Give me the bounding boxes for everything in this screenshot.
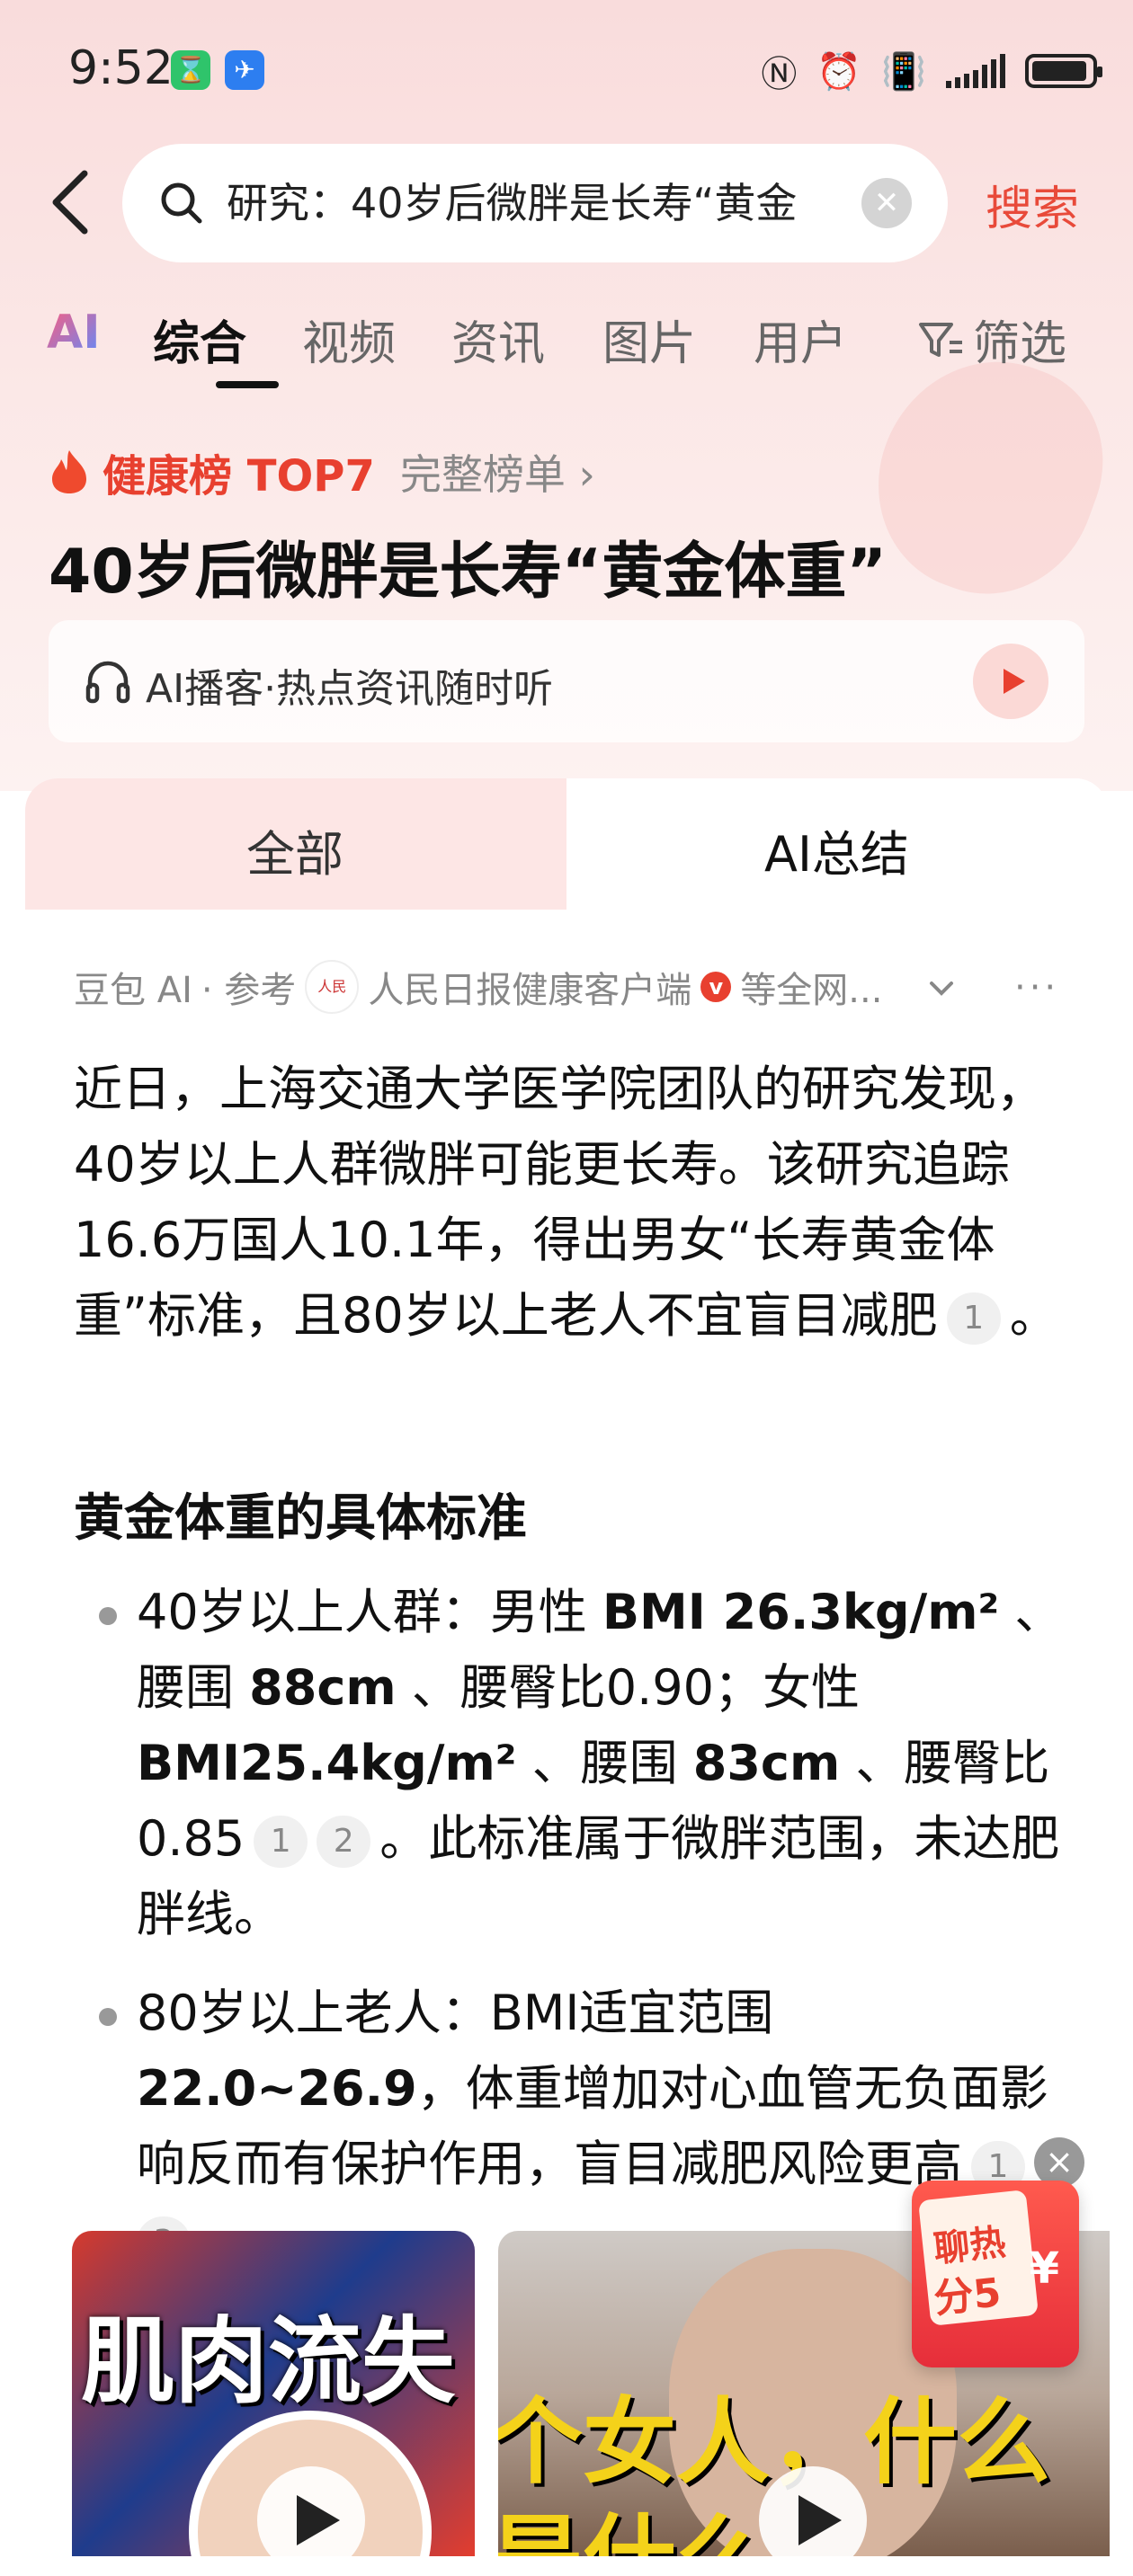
outlet-logo-icon: 人民: [305, 960, 360, 1014]
battery-icon: [1025, 54, 1102, 88]
play-icon: [297, 2495, 340, 2545]
video-caption: 肌肉流失: [81, 2306, 456, 2416]
podcast-label: AI播客·热点资讯随时听: [146, 666, 554, 712]
back-arrow-icon[interactable]: [45, 166, 99, 238]
video-caption-line2: 是什么: [498, 2483, 770, 2556]
tab-video[interactable]: 视频: [302, 306, 396, 373]
nfc-icon: Ⓝ: [761, 54, 798, 95]
bullet-text: 80岁以上老人：BMI适宜范围: [137, 1985, 774, 2041]
tab-filter[interactable]: 筛选: [917, 306, 1066, 373]
intro-text: 近日，上海交通大学医学院团队的研究发现，40岁以上人群微胖可能更长寿。该研究追踪…: [74, 1061, 1045, 1344]
bird-app-icon: ✈: [225, 50, 264, 90]
source-ref-label: · 参考: [201, 970, 297, 1011]
segment-all-label: 全部: [246, 826, 343, 883]
more-icon[interactable]: ···: [1014, 967, 1059, 1008]
tab-news[interactable]: 资讯: [451, 306, 545, 373]
video-thumbnail[interactable]: 肌肉流失: [72, 2231, 475, 2556]
podcast-play-button[interactable]: [973, 644, 1048, 719]
yen-icon: ¥: [1029, 2243, 1059, 2294]
search-input[interactable]: 研究：40岁后微胖是长寿“黄金 ✕: [122, 144, 948, 262]
section-title: 黄金体重的具体标准: [74, 1489, 527, 1548]
tab-ai[interactable]: AI: [47, 306, 101, 360]
bullet-text: 、腰臀比0.90；女性: [396, 1659, 861, 1716]
alarm-icon: ⏰: [816, 50, 862, 93]
bullet-text: 、腰围: [516, 1735, 693, 1791]
result-tabs: AI 综合 视频 资讯 图片 用户 筛选: [47, 306, 1108, 388]
clear-icon[interactable]: ✕: [861, 178, 912, 228]
full-list-link[interactable]: 完整榜单 ›: [400, 442, 595, 502]
citation-badge[interactable]: 2: [317, 1816, 371, 1869]
segment-all[interactable]: 全部: [25, 778, 566, 910]
search-button[interactable]: 搜索: [986, 171, 1079, 238]
bullet-bold: 22.0~26.9: [137, 2060, 417, 2117]
ai-podcast-bar[interactable]: AI播客·热点资讯随时听: [49, 620, 1084, 742]
status-icons: Ⓝ ⏰ 📳: [761, 45, 1102, 97]
chevron-down-icon[interactable]: [926, 973, 957, 1003]
active-tab-indicator: [216, 381, 279, 388]
bullet-item: 40岁以上人群：男性 BMI 26.3kg/m² 、腰围 88cm 、腰臀比0.…: [137, 1575, 1072, 1952]
search-query[interactable]: 研究：40岁后微胖是长寿“黄金: [227, 176, 847, 230]
source-outlet: 人民日报健康客户端: [368, 970, 692, 1011]
source-row[interactable]: 豆包 AI · 参考 人民 人民日报健康客户端 v 等全网...: [74, 960, 882, 1014]
segment-ai-summary-label: AI总结: [764, 826, 909, 883]
clock: 9:52: [68, 41, 174, 95]
citation-badge[interactable]: 1: [254, 1816, 308, 1869]
play-icon: [1004, 669, 1025, 694]
intro-end: 。: [1009, 1287, 1058, 1344]
citation-badge[interactable]: 1: [946, 1292, 1001, 1346]
bullet-text: 40岁以上人群：男性: [137, 1584, 602, 1640]
status-bar: 9:52 ⌛ ✈ Ⓝ ⏰ 📳: [0, 0, 1133, 144]
red-packet-line2: 分5: [932, 2270, 1004, 2323]
timer-app-icon: ⌛: [171, 50, 210, 90]
red-packet-widget[interactable]: 聊热 分5 ¥: [912, 2181, 1079, 2367]
verified-icon: v: [700, 972, 732, 1002]
tab-images[interactable]: 图片: [602, 306, 696, 373]
page-title: 40岁后微胖是长寿“黄金体重”: [49, 537, 888, 608]
source-ai-label: 豆包 AI: [74, 970, 192, 1011]
tab-comprehensive[interactable]: 综合: [153, 306, 246, 373]
filter-icon: [919, 322, 962, 357]
vibrate-icon: 📳: [881, 50, 926, 93]
bullet-bold: 88cm: [249, 1659, 397, 1716]
headphone-icon: [85, 661, 130, 704]
play-icon: [798, 2495, 842, 2545]
summary-intro: 近日，上海交通大学医学院团队的研究发现，40岁以上人群微胖可能更长寿。该研究追踪…: [74, 1052, 1072, 1354]
bullet-bold: 83cm: [692, 1735, 841, 1791]
segment-ai-summary[interactable]: AI总结: [566, 778, 1108, 910]
source-more: 等全网...: [740, 970, 883, 1011]
fire-icon: [52, 450, 86, 493]
bullet-dot: [99, 2008, 117, 2026]
filter-label: 筛选: [973, 317, 1067, 371]
bullet-bold: BMI25.4kg/m²: [137, 1735, 517, 1791]
bullet-dot: [99, 1607, 117, 1625]
search-icon: [161, 182, 202, 224]
hot-list-title: 健康榜 TOP7: [103, 451, 375, 502]
signal-icon: [946, 54, 1005, 88]
bullet-bold: BMI 26.3kg/m²: [602, 1584, 1000, 1640]
hot-list-row[interactable]: 健康榜 TOP7 完整榜单 ›: [49, 440, 595, 503]
tab-users[interactable]: 用户: [754, 306, 847, 373]
